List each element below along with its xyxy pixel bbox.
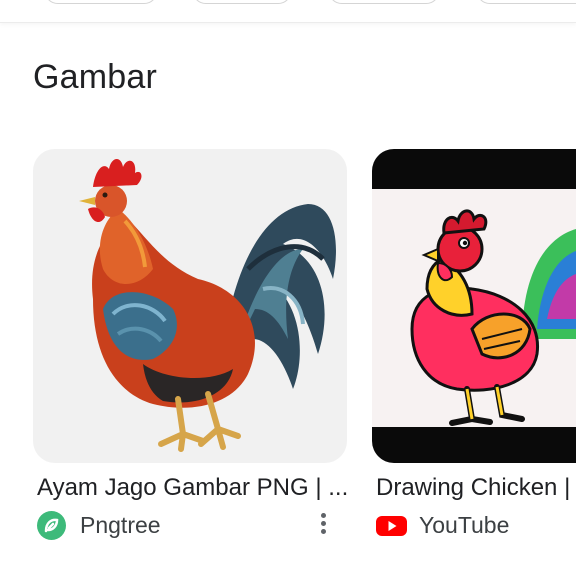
image-results-page: Gambar Ayam Jago Gambar PNG | ... Pngtre…: [0, 0, 576, 576]
result-title[interactable]: Drawing Chicken |: [376, 474, 570, 502]
youtube-icon: [376, 511, 407, 540]
rooster-illustration: [79, 158, 336, 452]
filter-chip[interactable]: [328, 0, 440, 4]
more-options-icon[interactable]: [317, 513, 329, 539]
pngtree-icon: [37, 510, 66, 540]
rooster-drawing-image[interactable]: [372, 149, 576, 463]
source-name: YouTube: [419, 511, 510, 538]
cartoon-rooster-drawing: [372, 189, 576, 427]
rooster-image[interactable]: [33, 149, 347, 463]
image-result-card[interactable]: Drawing Chicken | YouTube: [372, 149, 576, 538]
result-title[interactable]: Ayam Jago Gambar PNG | ...: [37, 474, 348, 502]
source-name: Pngtree: [80, 511, 161, 538]
filter-chip[interactable]: [476, 0, 576, 4]
section-title: Gambar: [33, 58, 158, 96]
image-result-card[interactable]: Ayam Jago Gambar PNG | ... Pngtree: [33, 149, 348, 540]
filter-chip[interactable]: [44, 0, 158, 4]
result-source[interactable]: Pngtree: [37, 510, 161, 540]
filter-chip-row: [0, 0, 576, 23]
result-source[interactable]: YouTube: [376, 511, 509, 539]
filter-chip[interactable]: [192, 0, 292, 4]
